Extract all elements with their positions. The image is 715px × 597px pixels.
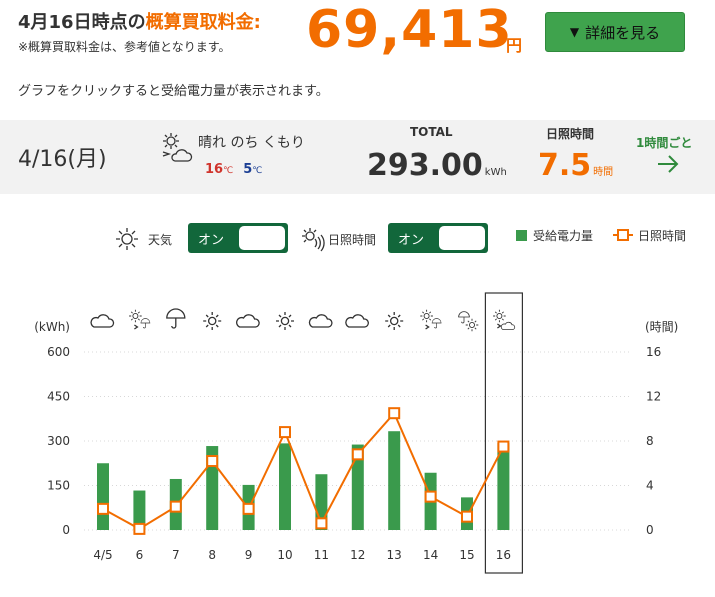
sunshine-marker[interactable]	[206, 455, 219, 468]
sun-to-cloud-icon	[493, 309, 516, 330]
sunshine-marker[interactable]	[351, 448, 364, 461]
sunshine-value: 7.5 時間	[538, 148, 614, 183]
temp-low: 5℃	[243, 162, 263, 177]
sunshine-marker[interactable]	[315, 517, 328, 530]
daily-summary: 4/16(月) 晴れ のち くもり 16℃ 5℃ TOTAL 293.00 kWh …	[0, 120, 715, 194]
view-details-label: 詳細を見る	[585, 23, 661, 42]
cloud-icon	[236, 314, 260, 328]
y-tick-left: 600	[47, 345, 70, 359]
sunshine-marker[interactable]	[169, 500, 182, 513]
sun-icon	[203, 312, 222, 330]
arrow-right-icon[interactable]	[656, 154, 680, 174]
cloud-icon	[90, 314, 115, 328]
amount-note: ※概算買取料金は、参考値となります。	[18, 40, 231, 54]
summary-date: 4/16(月)	[18, 147, 107, 172]
sunshine-marker[interactable]	[497, 440, 510, 453]
sun-to-rain-icon	[420, 309, 442, 330]
amount-unit: 円	[506, 36, 523, 55]
sunshine-marker[interactable]	[424, 490, 437, 503]
sun-icon	[385, 312, 404, 330]
sun-icon	[276, 312, 294, 330]
sunshine-hours-icon	[302, 228, 325, 252]
x-tick-label: 14	[423, 548, 438, 562]
toggle-knob	[439, 226, 485, 250]
x-tick-label: 12	[350, 548, 365, 562]
legend-sunshine-swatch	[613, 229, 633, 241]
title-accent: 概算買取料金:	[145, 12, 261, 33]
weather-toggle-label: 天気	[148, 233, 173, 247]
y-tick-right: 0	[646, 523, 654, 537]
power-chart[interactable]: (kWh) (時間) 0 150 300 450 600 0 4 8 12 16 4/5 6 7 8 9 10 11…	[0, 280, 715, 580]
bar[interactable]	[97, 463, 109, 530]
y-axis-right-label: (時間)	[645, 320, 678, 334]
y-tick-right: 4	[646, 479, 654, 493]
legend-sunshine-label: 日照時間	[638, 229, 687, 243]
weather-toggle-state: オン	[198, 233, 225, 248]
x-tick-label: 9	[245, 548, 253, 562]
bar[interactable]	[279, 443, 291, 530]
y-tick-right: 16	[646, 345, 661, 359]
sun-to-cloud-icon	[162, 133, 193, 162]
y-tick-left: 300	[47, 434, 70, 448]
legend-power-label: 受給電力量	[533, 229, 594, 243]
sunshine-toggle[interactable]: オン	[388, 223, 488, 253]
sunshine-marker[interactable]	[97, 502, 109, 515]
y-tick-right: 12	[646, 390, 661, 404]
y-tick-left: 150	[47, 479, 70, 493]
cloud-icon	[345, 314, 369, 328]
sunshine-marker[interactable]	[388, 407, 401, 420]
selected-day-frame[interactable]	[484, 292, 523, 574]
weather-text: 晴れ のち くもり	[198, 135, 305, 151]
sunshine-line	[102, 411, 505, 531]
x-tick-label: 10	[277, 548, 292, 562]
page-title: 4月16日時点の概算買取料金:	[18, 8, 261, 34]
total-label: TOTAL	[410, 125, 453, 139]
weather-toggle[interactable]: オン	[188, 223, 288, 253]
view-details-button[interactable]: ▼ 詳細を見る	[545, 12, 685, 52]
sunshine-label: 日照時間	[546, 127, 595, 141]
x-tick-label: 6	[136, 548, 144, 562]
sunshine-toggle-state: オン	[398, 233, 425, 248]
y-axis-left-label: (kWh)	[34, 320, 70, 334]
sunshine-toggle-label: 日照時間	[328, 233, 377, 247]
sunshine-marker[interactable]	[279, 426, 291, 439]
sunshine-marker[interactable]	[461, 510, 473, 523]
bar[interactable]	[388, 431, 401, 530]
x-tick-label: 16	[496, 548, 511, 562]
total-value: 293.00 kWh	[367, 148, 507, 183]
x-tick-label: 11	[314, 548, 329, 562]
sunshine-marker[interactable]	[133, 522, 146, 535]
title-prefix: 4月16日時点の	[18, 12, 146, 33]
triangle-down-icon: ▼	[569, 25, 580, 39]
chart-hint: グラフをクリックすると受給電力量が表示されます。	[18, 84, 329, 99]
sun-to-rain-icon	[129, 309, 151, 330]
y-tick-left: 450	[47, 390, 70, 404]
sun-icon	[116, 228, 138, 250]
purchase-amount: 69,413	[306, 0, 513, 60]
sunshine-marker[interactable]	[242, 502, 255, 515]
rain-and-sun-icon	[458, 311, 479, 332]
legend-power-swatch	[516, 230, 527, 241]
x-tick-label: 7	[172, 548, 180, 562]
y-tick-right: 8	[646, 434, 654, 448]
hourly-link[interactable]: 1時間ごと	[636, 134, 692, 151]
temperature: 16℃ 5℃	[205, 162, 262, 177]
cloud-icon	[308, 314, 333, 328]
x-tick-label: 4/5	[93, 548, 112, 562]
x-tick-label: 13	[387, 548, 402, 562]
y-tick-left: 0	[62, 523, 70, 537]
toggle-knob	[239, 226, 285, 250]
umbrella-icon	[166, 308, 186, 329]
x-tick-label: 15	[459, 548, 474, 562]
temp-high: 16℃	[205, 162, 234, 177]
x-tick-label: 8	[208, 548, 216, 562]
